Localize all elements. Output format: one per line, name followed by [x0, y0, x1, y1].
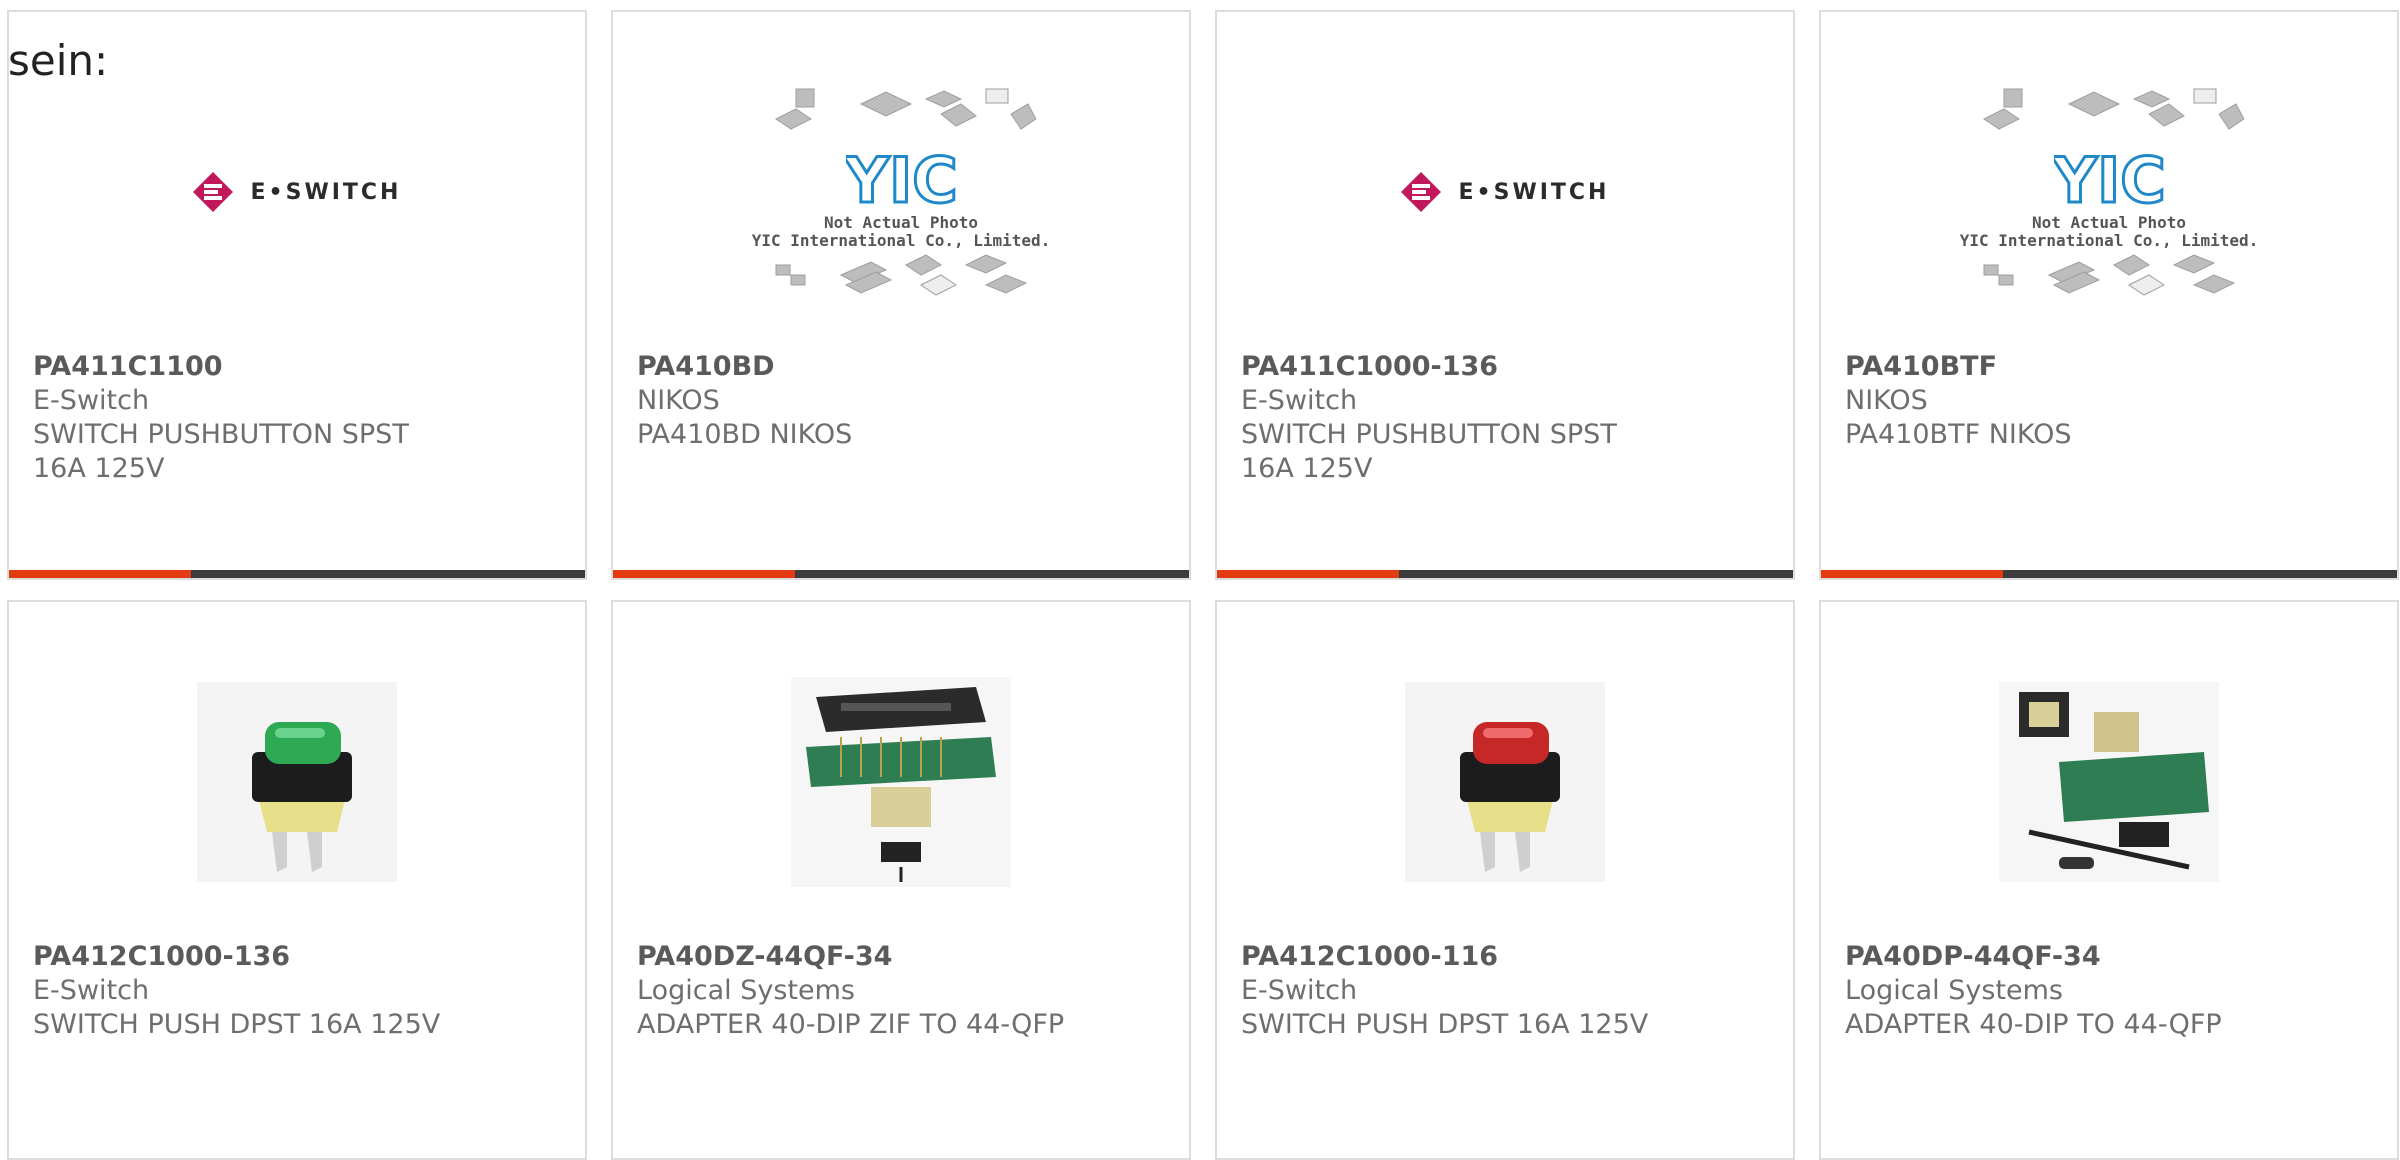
chip-packages-icon — [775, 254, 1028, 296]
description: SWITCH PUSHBUTTON SPST 16A 125V — [1241, 419, 1617, 484]
part-number-link[interactable]: PA412C1000-116 — [1241, 940, 1673, 974]
yic-logo: YIC — [846, 144, 956, 214]
manufacturer: E-Switch — [33, 975, 150, 1006]
manufacturer: Logical Systems — [637, 975, 855, 1006]
green-pushbutton-icon — [197, 682, 397, 882]
product-image[interactable] — [9, 662, 585, 902]
not-actual-photo-text: Not Actual Photo — [823, 213, 979, 232]
description: SWITCH PUSHBUTTON SPST 16A 125V — [33, 419, 409, 484]
description: ADAPTER 40-DIP ZIF TO 44-QFP — [637, 1009, 1065, 1040]
product-card[interactable]: PA40DZ-44QF-34 Logical Systems ADAPTER 4… — [611, 600, 1191, 1160]
product-card[interactable]: PA412C1000-136 E-Switch SWITCH PUSH DPST… — [7, 600, 587, 1160]
part-number-link[interactable]: PA412C1000-136 — [33, 940, 465, 974]
product-card[interactable]: E•SWITCH PA411C1100 E-Switch SWITCH PUSH… — [7, 10, 587, 580]
manufacturer: E-Switch — [1241, 385, 1358, 416]
product-card[interactable]: PA40DP-44QF-34 Logical Systems ADAPTER 4… — [1819, 600, 2399, 1160]
product-card[interactable]: YIC Not Actual Photo YIC International C… — [611, 10, 1191, 580]
eswitch-wordmark: E•SWITCH — [250, 179, 402, 205]
company-caption: YIC International Co., Limited. — [751, 231, 1051, 250]
part-number-link[interactable]: PA411C1100 — [33, 350, 465, 384]
description: PA410BD NIKOS — [637, 419, 853, 450]
manufacturer: NIKOS — [1845, 385, 1928, 416]
eswitch-wordmark: E•SWITCH — [1458, 179, 1610, 205]
card-accent-bar — [1217, 570, 1793, 578]
intro-text: sein: — [8, 36, 109, 85]
part-number-link[interactable]: PA410BD — [637, 350, 1069, 384]
product-card[interactable]: E•SWITCH PA411C1000-136 E-Switch SWITCH … — [1215, 10, 1795, 580]
yic-logo-icon: YIC — [846, 144, 956, 214]
product-card[interactable]: PA412C1000-116 E-Switch SWITCH PUSH DPST… — [1215, 600, 1795, 1160]
description: SWITCH PUSH DPST 16A 125V — [33, 1009, 441, 1040]
product-image[interactable] — [1821, 662, 2397, 902]
placeholder-image: YIC Not Actual Photo YIC International C… — [613, 72, 1189, 312]
red-pushbutton-icon — [1405, 682, 1605, 882]
product-image[interactable] — [613, 662, 1189, 902]
description: PA410BTF NIKOS — [1845, 419, 2072, 450]
card-accent-bar — [613, 570, 1189, 578]
manufacturer: Logical Systems — [1845, 975, 2063, 1006]
manufacturer: E-Switch — [33, 385, 150, 416]
manufacturer: NIKOS — [637, 385, 720, 416]
manufacturer-logo: E•SWITCH — [9, 72, 585, 312]
dip-adapter-icon — [1999, 682, 2219, 882]
manufacturer: E-Switch — [1241, 975, 1358, 1006]
not-actual-photo-text: Not Actual Photo — [2031, 213, 2187, 232]
chip-packages-icon — [1983, 254, 2236, 296]
yic-logo-icon: YIC — [2054, 144, 2164, 214]
chip-packages-icon — [1983, 88, 2244, 130]
company-caption: YIC International Co., Limited. — [1959, 231, 2259, 250]
part-number-link[interactable]: PA411C1000-136 — [1241, 350, 1673, 384]
placeholder-image: YIC Not Actual Photo YIC International C… — [1821, 72, 2397, 312]
card-accent-bar — [9, 570, 585, 578]
zif-adapter-icon — [791, 677, 1011, 887]
part-number-link[interactable]: PA40DP-44QF-34 — [1845, 940, 2277, 974]
manufacturer-logo: E•SWITCH — [1217, 72, 1793, 312]
eswitch-emblem-icon — [1400, 172, 1441, 212]
product-card[interactable]: YIC Not Actual Photo YIC International C… — [1819, 10, 2399, 580]
description: SWITCH PUSH DPST 16A 125V — [1241, 1009, 1649, 1040]
card-accent-bar — [1821, 570, 2397, 578]
yic-logo: YIC — [2054, 144, 2164, 214]
chip-packages-icon — [775, 88, 1036, 130]
product-image[interactable] — [1217, 662, 1793, 902]
part-number-link[interactable]: PA40DZ-44QF-34 — [637, 940, 1069, 974]
part-number-link[interactable]: PA410BTF — [1845, 350, 2277, 384]
eswitch-emblem-icon — [192, 172, 233, 212]
description: ADAPTER 40-DIP TO 44-QFP — [1845, 1009, 2222, 1040]
